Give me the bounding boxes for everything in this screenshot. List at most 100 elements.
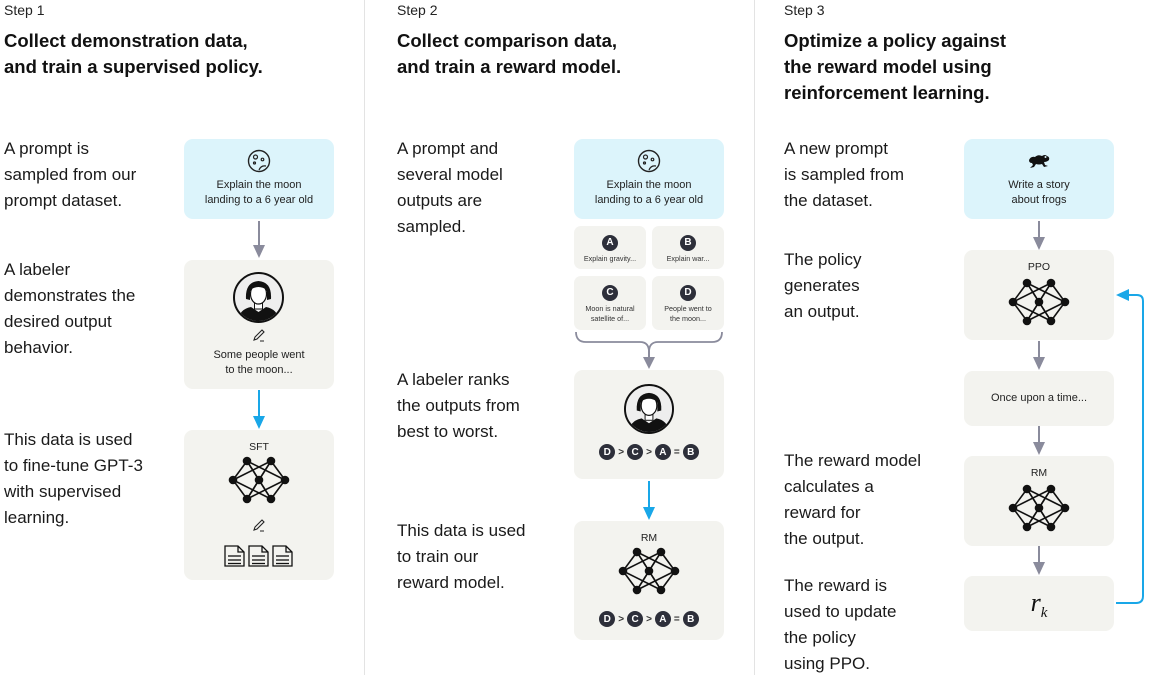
- arrow-down-icon: [1033, 341, 1045, 370]
- step-3-prompt-box: Write a story about frogs: [964, 139, 1114, 219]
- rank-operator: >: [618, 613, 625, 625]
- model-label: SFT: [249, 441, 269, 453]
- output-option-d: D People went to the moon...: [652, 276, 724, 330]
- option-text: Moon is natural satellite of...: [574, 304, 646, 324]
- nn-node: [254, 475, 264, 485]
- feedback-loop-arrow: [1116, 289, 1144, 604]
- nn-node: [618, 566, 628, 576]
- desc-line: A labeler ranks: [397, 370, 510, 389]
- column-divider-2: [754, 0, 755, 675]
- labeler-avatar: [624, 384, 674, 434]
- nn-node: [228, 475, 238, 485]
- desc-line: the dataset.: [784, 191, 873, 210]
- desc-line: This data is used: [4, 430, 133, 449]
- step-1-sft-box: SFT: [184, 430, 334, 580]
- nn-node: [1046, 484, 1056, 494]
- step-2-desc-train: This data is used to train our reward mo…: [397, 518, 526, 596]
- step-3-desc-prompt: A new prompt is sampled from the dataset…: [784, 136, 904, 214]
- rank-badge: B: [682, 611, 699, 627]
- frog-icon: [1029, 155, 1050, 168]
- desc-line: learning.: [4, 508, 70, 527]
- output-option-b: B Explain war...: [652, 226, 724, 269]
- nn-node: [266, 456, 276, 466]
- nn-node: [242, 494, 252, 504]
- nn-node: [1022, 484, 1032, 494]
- desc-line: behavior.: [4, 338, 73, 357]
- arrow-down-blue-icon: [253, 390, 265, 429]
- option-text: Explain gravity...: [574, 254, 646, 264]
- step-2-desc-rank: A labeler ranks the outputs from best to…: [397, 367, 520, 445]
- step-3-title: Optimize a policy against the reward mod…: [784, 28, 1006, 106]
- reward-subscript: k: [1040, 605, 1048, 622]
- neural-network-icon: [1008, 484, 1070, 532]
- step-3-desc-policy: The policy generates an output.: [784, 247, 861, 325]
- rank-badge: B: [682, 444, 699, 460]
- model-label: RM: [640, 532, 658, 544]
- desc-line: with supervised: [4, 482, 122, 501]
- step-2-title: Collect comparison data, and train a rew…: [397, 28, 621, 80]
- step-1-label: Step 1: [4, 2, 45, 18]
- nn-node: [280, 475, 290, 485]
- nn-node: [670, 566, 680, 576]
- labeler-avatar: [233, 272, 284, 323]
- step-3-rm-box: RM: [964, 456, 1114, 546]
- moon-icon: [637, 149, 661, 173]
- desc-line: to fine-tune GPT-3: [4, 456, 143, 475]
- prompt-line: Explain the moon: [606, 179, 692, 191]
- desc-line: reward model.: [397, 573, 505, 592]
- option-text: People went to the moon...: [652, 304, 724, 324]
- title-line: Collect demonstration data,: [4, 30, 248, 51]
- pencil-icon: [253, 519, 265, 532]
- step-1-desc-train: This data is used to fine-tune GPT-3 wit…: [4, 427, 143, 531]
- rank-badge: C: [627, 611, 644, 627]
- step-2-ranking-box: D > C > A = B: [574, 370, 724, 479]
- ranking-display: D > C > A = B: [574, 444, 724, 460]
- reward-symbol: rk: [964, 588, 1114, 622]
- desc-line: A labeler: [4, 260, 71, 279]
- step-2-prompt-box: Explain the moon landing to a 6 year old: [574, 139, 724, 219]
- desc-line: several model: [397, 165, 503, 184]
- desc-line: to train our: [397, 547, 479, 566]
- desc-line: demonstrates the: [4, 286, 136, 305]
- output-line: Some people went: [213, 349, 305, 361]
- rank-badge: A: [654, 611, 671, 627]
- desc-line: This data is used: [397, 521, 526, 540]
- step-1-labeler-box: Some people went to the moon...: [184, 260, 334, 389]
- desc-line: The reward is: [784, 576, 887, 595]
- nn-node: [656, 547, 666, 557]
- prompt-line: about frogs: [1011, 194, 1067, 206]
- moon-icon: [247, 149, 271, 173]
- option-badge: C: [602, 284, 618, 301]
- step-3-label: Step 3: [784, 2, 825, 18]
- option-line: Explain gravity...: [583, 254, 637, 263]
- nn-node: [644, 566, 654, 576]
- rank-operator: >: [646, 613, 652, 625]
- nn-node: [242, 456, 252, 466]
- arrow-down-icon: [1033, 546, 1045, 575]
- arrow-down-icon: [253, 221, 265, 258]
- rank-operator: >: [646, 446, 652, 458]
- desc-line: using PPO.: [784, 654, 870, 673]
- rank-badge: D: [599, 444, 616, 460]
- step-1-desc-prompt: A prompt is sampled from our prompt data…: [4, 136, 136, 214]
- step-3-output-box: Once upon a time...: [964, 371, 1114, 426]
- prompt-text: Explain the moon landing to a 6 year old: [184, 178, 334, 208]
- step-1-desc-labeler: A labeler demonstrates the desired outpu…: [4, 257, 135, 361]
- arrow-down-icon: [1033, 221, 1045, 250]
- neural-network-icon: [1008, 278, 1070, 326]
- step-3-desc-reward-model: The reward model calculates a reward for…: [784, 448, 921, 552]
- output-option-a: A Explain gravity...: [574, 226, 646, 269]
- desc-line: used to update: [784, 602, 897, 621]
- step-3-reward-box: rk: [964, 576, 1114, 631]
- prompt-line: landing to a 6 year old: [204, 194, 314, 206]
- ranking-display: D > C > A = B: [574, 611, 724, 627]
- step-1-title: Collect demonstration data, and train a …: [4, 28, 263, 80]
- nn-node: [1034, 503, 1044, 513]
- nn-node: [1022, 278, 1032, 288]
- desc-line: is sampled from: [784, 165, 904, 184]
- desc-line: sampled from our: [4, 165, 137, 184]
- option-badge: B: [680, 234, 696, 251]
- option-line: Explain war...: [666, 254, 710, 263]
- option-text: Explain war...: [652, 254, 724, 264]
- option-badge: A: [602, 234, 618, 251]
